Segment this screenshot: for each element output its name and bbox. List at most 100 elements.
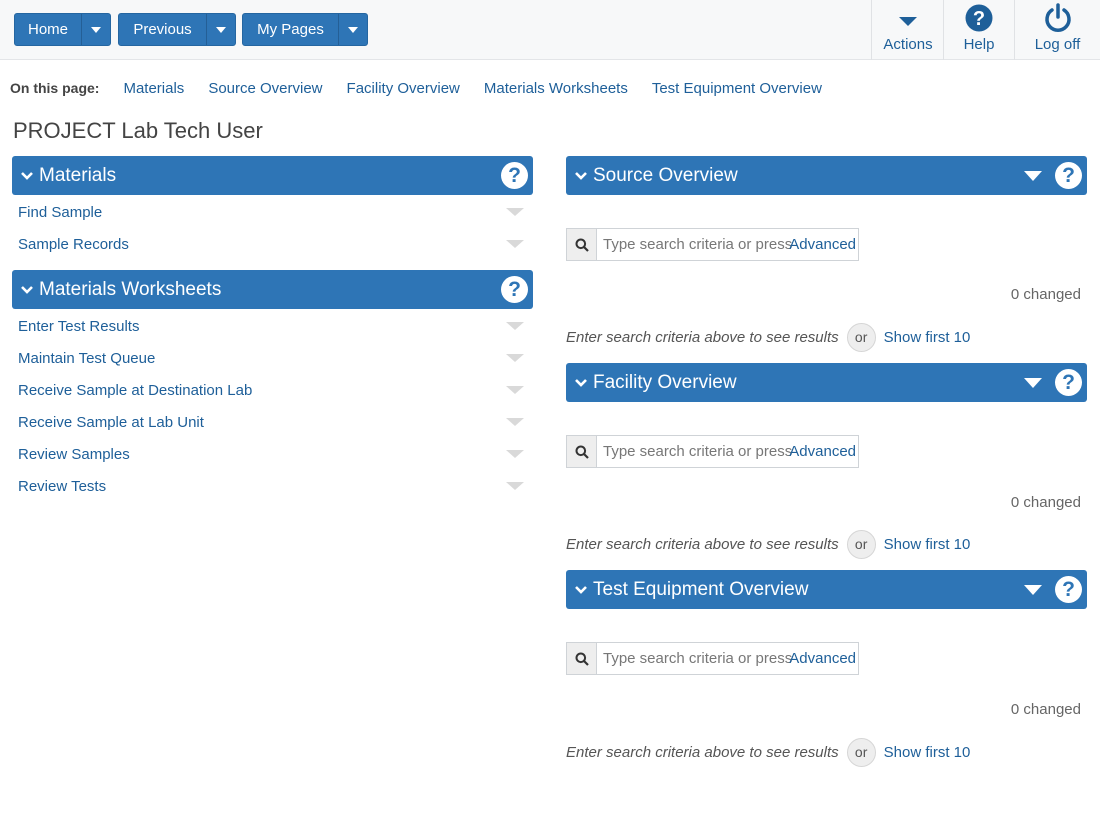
results-hint: Enter search criteria above to see resul…	[566, 743, 839, 761]
review-samples-link[interactable]: Review Samples	[18, 446, 130, 463]
item-menu-icon[interactable]	[506, 240, 524, 248]
changed-count: 0 changed	[1010, 494, 1081, 511]
my-pages-button[interactable]: My Pages	[243, 14, 339, 45]
chevron-down-icon	[574, 583, 588, 597]
advanced-search-link[interactable]: Advanced	[789, 236, 856, 253]
chevron-down-icon	[348, 26, 358, 33]
home-button-group: Home	[14, 13, 111, 46]
advanced-search-link[interactable]: Advanced	[789, 443, 856, 460]
materials-panel-header[interactable]: Materials ?	[12, 156, 533, 195]
help-icon[interactable]: ?	[501, 276, 528, 303]
jump-link-materials[interactable]: Materials	[123, 80, 184, 97]
home-dropdown-button[interactable]	[82, 14, 110, 45]
panel-menu-icon[interactable]	[1024, 170, 1042, 181]
list-item: Find Sample	[18, 200, 525, 224]
advanced-search-link[interactable]: Advanced	[789, 650, 856, 667]
source-search-box: Advanced	[566, 228, 859, 261]
changed-count: 0 changed	[1010, 701, 1081, 718]
jump-link-test-equipment-overview[interactable]: Test Equipment Overview	[652, 80, 822, 97]
receive-sample-destination-lab-link[interactable]: Receive Sample at Destination Lab	[18, 382, 252, 399]
item-menu-icon[interactable]	[506, 418, 524, 426]
question-circle-icon: ?	[965, 4, 993, 32]
review-tests-link[interactable]: Review Tests	[18, 478, 106, 495]
chevron-down-icon	[574, 376, 588, 390]
results-row: Enter search criteria above to see resul…	[566, 322, 970, 352]
previous-button-group: Previous	[118, 13, 236, 46]
show-first-10-link[interactable]: Show first 10	[884, 536, 971, 553]
item-menu-icon[interactable]	[506, 322, 524, 330]
search-input[interactable]	[597, 436, 797, 467]
list-item: Enter Test Results	[18, 314, 525, 338]
receive-sample-lab-unit-link[interactable]: Receive Sample at Lab Unit	[18, 414, 204, 431]
actions-menu-button[interactable]: Actions	[871, 0, 944, 60]
find-sample-link[interactable]: Find Sample	[18, 204, 102, 221]
test-equipment-search-box: Advanced	[566, 642, 859, 675]
search-icon[interactable]	[567, 229, 597, 260]
on-this-page-nav: On this page: Materials Source Overview …	[10, 78, 846, 98]
previous-button[interactable]: Previous	[119, 14, 207, 45]
power-icon	[1044, 3, 1071, 32]
facility-overview-panel-header[interactable]: Facility Overview ?	[566, 363, 1087, 402]
top-toolbar: Home Previous My Pages Actions ? Help Lo…	[0, 0, 1100, 60]
list-item: Review Samples	[18, 442, 525, 466]
jump-link-materials-worksheets[interactable]: Materials Worksheets	[484, 80, 628, 97]
search-input[interactable]	[597, 229, 797, 260]
source-overview-panel-header[interactable]: Source Overview ?	[566, 156, 1087, 195]
or-separator: or	[846, 529, 876, 559]
materials-worksheets-panel-header[interactable]: Materials Worksheets ?	[12, 270, 533, 309]
results-row: Enter search criteria above to see resul…	[566, 529, 970, 559]
search-icon[interactable]	[567, 436, 597, 467]
item-menu-icon[interactable]	[506, 386, 524, 394]
chevron-down-icon	[20, 169, 34, 183]
jump-link-facility-overview[interactable]: Facility Overview	[347, 80, 460, 97]
panel-menu-icon[interactable]	[1024, 584, 1042, 595]
list-item: Receive Sample at Lab Unit	[18, 410, 525, 434]
on-this-page-heading: On this page:	[10, 80, 100, 96]
changed-count: 0 changed	[1010, 286, 1081, 303]
list-item: Receive Sample at Destination Lab	[18, 378, 525, 402]
help-button[interactable]: ? Help	[943, 0, 1014, 60]
jump-link-source-overview[interactable]: Source Overview	[208, 80, 322, 97]
actions-label: Actions	[883, 36, 933, 53]
item-menu-icon[interactable]	[506, 482, 524, 490]
chevron-down-icon	[574, 169, 588, 183]
enter-test-results-link[interactable]: Enter Test Results	[18, 318, 139, 335]
test-equipment-overview-panel-header[interactable]: Test Equipment Overview ?	[566, 570, 1087, 609]
or-separator: or	[846, 322, 876, 352]
facility-search-box: Advanced	[566, 435, 859, 468]
panel-title: Test Equipment Overview	[593, 578, 809, 600]
chevron-down-icon	[216, 26, 226, 33]
log-off-button[interactable]: Log off	[1014, 0, 1100, 60]
maintain-test-queue-link[interactable]: Maintain Test Queue	[18, 350, 155, 367]
help-icon[interactable]: ?	[501, 162, 528, 189]
or-separator: or	[846, 737, 876, 767]
mypages-button-group: My Pages	[242, 13, 368, 46]
item-menu-icon[interactable]	[506, 354, 524, 362]
panel-menu-icon[interactable]	[1024, 377, 1042, 388]
svg-text:?: ?	[973, 8, 985, 30]
my-pages-dropdown-button[interactable]	[339, 14, 367, 45]
panel-title: Materials Worksheets	[39, 278, 222, 300]
show-first-10-link[interactable]: Show first 10	[884, 744, 971, 761]
item-menu-icon[interactable]	[506, 208, 524, 216]
search-icon[interactable]	[567, 643, 597, 674]
results-row: Enter search criteria above to see resul…	[566, 737, 970, 767]
help-icon[interactable]: ?	[1055, 369, 1082, 396]
chevron-down-icon	[91, 26, 101, 33]
panel-title: Materials	[39, 164, 117, 186]
help-icon[interactable]: ?	[1055, 162, 1082, 189]
chevron-down-icon	[20, 283, 34, 297]
show-first-10-link[interactable]: Show first 10	[884, 329, 971, 346]
search-input[interactable]	[597, 643, 797, 674]
list-item: Maintain Test Queue	[18, 346, 525, 370]
help-icon[interactable]: ?	[1055, 576, 1082, 603]
item-menu-icon[interactable]	[506, 450, 524, 458]
panel-title: Facility Overview	[593, 371, 737, 393]
sample-records-link[interactable]: Sample Records	[18, 236, 129, 253]
previous-dropdown-button[interactable]	[207, 14, 235, 45]
log-off-label: Log off	[1034, 36, 1081, 53]
list-item: Review Tests	[18, 474, 525, 498]
panel-title: Source Overview	[593, 164, 738, 186]
home-button[interactable]: Home	[15, 14, 82, 45]
caret-down-icon	[899, 16, 917, 26]
